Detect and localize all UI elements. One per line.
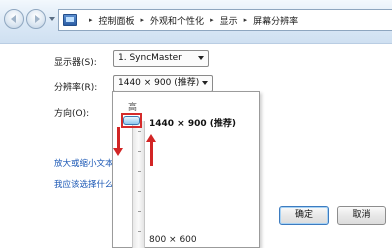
resolution-slider-thumb[interactable]: [123, 116, 140, 125]
lowest-resolution-label: 800 × 600: [149, 235, 197, 245]
breadcrumb-item-screen-resolution[interactable]: 屏幕分辨率: [253, 14, 298, 27]
breadcrumb-item-display[interactable]: 显示: [220, 14, 238, 27]
control-panel-icon: [63, 14, 77, 26]
breadcrumb[interactable]: ▸ 控制面板 ▸ 外观和个性化 ▸ 显示 ▸ 屏幕分辨率: [58, 9, 392, 31]
resolution-select[interactable]: 1440 × 900 (推荐): [113, 75, 213, 92]
back-button[interactable]: [4, 9, 24, 29]
slider-tick: [138, 211, 141, 212]
slider-tick: [138, 231, 141, 232]
chevron-down-icon: [202, 81, 208, 85]
breadcrumb-separator-icon[interactable]: ▸: [89, 16, 93, 24]
what-to-choose-link[interactable]: 我应该选择什么: [54, 178, 112, 190]
breadcrumb-separator-icon[interactable]: ▸: [244, 16, 248, 24]
slider-high-label: 高: [128, 103, 138, 113]
ok-button[interactable]: 确定: [279, 206, 329, 225]
down-arrow-icon: [113, 127, 123, 156]
slider-tick: [138, 171, 141, 172]
address-bar: ▸ 控制面板 ▸ 外观和个性化 ▸ 显示 ▸ 屏幕分辨率: [0, 0, 392, 44]
cancel-button[interactable]: 取消: [337, 206, 386, 225]
enlarge-text-link[interactable]: 放大或缩小文本: [54, 157, 112, 169]
resolution-label: 分辨率(R):: [54, 83, 98, 93]
up-arrow-icon: [146, 134, 156, 166]
breadcrumb-separator-icon[interactable]: ▸: [141, 16, 145, 24]
resolution-slider-track[interactable]: [132, 121, 145, 248]
forward-button[interactable]: [26, 9, 46, 29]
breadcrumb-separator-icon[interactable]: ▸: [210, 16, 214, 24]
breadcrumb-item-control-panel[interactable]: 控制面板: [99, 14, 135, 27]
display-select-value: 1. SyncMaster: [118, 53, 182, 63]
display-label: 显示器(S):: [54, 58, 97, 68]
display-select[interactable]: 1. SyncMaster: [113, 50, 209, 67]
slider-tick: [138, 151, 141, 152]
selected-resolution-label: 1440 × 900 (推荐): [149, 119, 237, 129]
orientation-label: 方向(O):: [54, 109, 90, 119]
resolution-dropdown-popup: 高 1440 × 900 (推荐) 800 × 600: [112, 91, 260, 248]
chevron-down-icon: [198, 56, 204, 60]
resolution-select-value: 1440 × 900 (推荐): [118, 78, 200, 88]
slider-tick: [138, 191, 141, 192]
slider-tick: [138, 131, 141, 132]
recent-pages-dropdown-icon[interactable]: [49, 17, 55, 21]
breadcrumb-item-appearance[interactable]: 外观和个性化: [150, 14, 204, 27]
